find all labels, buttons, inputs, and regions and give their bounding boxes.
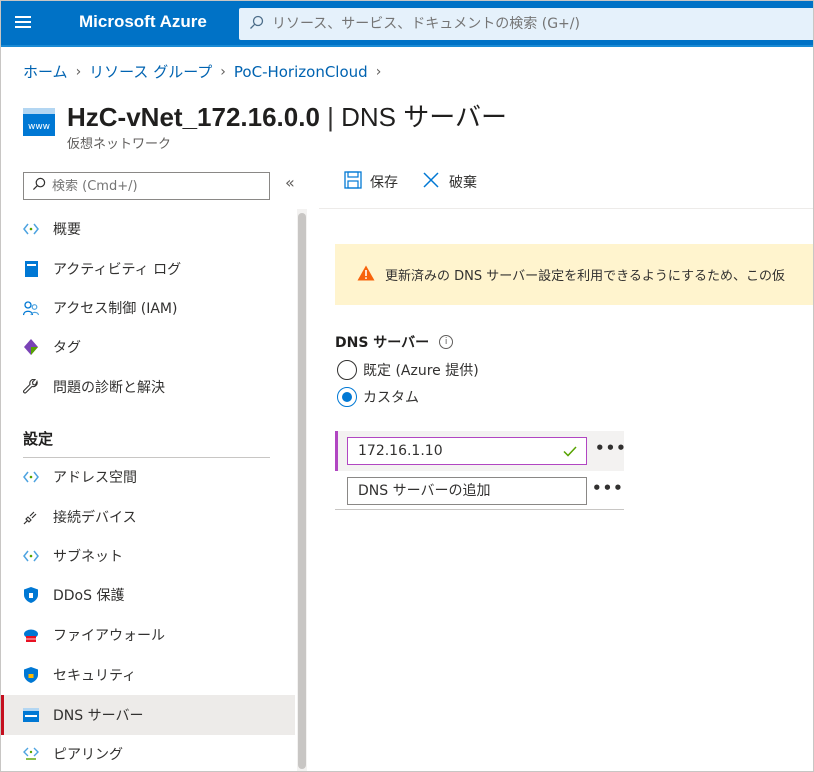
activity-log-icon	[23, 261, 39, 277]
security-shield-icon	[23, 667, 39, 683]
global-search-input[interactable]	[272, 16, 792, 32]
nav-item-label: タグ	[53, 340, 81, 356]
nav-item-label: アクセス制御 (IAM)	[53, 301, 178, 317]
radio-custom-dns[interactable]: カスタム	[337, 387, 419, 407]
nav-item-label: ファイアウォール	[53, 628, 165, 644]
dns-server-row: •••	[335, 431, 627, 471]
nav-item-label: DNS サーバー	[53, 708, 144, 724]
nav-item-security[interactable]: セキュリティ	[1, 655, 295, 695]
resource-name: HzC-vNet_172.16.0.0	[67, 102, 320, 132]
radio-default-dns[interactable]: 既定 (Azure 提供)	[337, 360, 479, 380]
dns-server-add-row: •••	[335, 471, 624, 511]
nav-item-label: 概要	[53, 222, 81, 238]
nav-item-tags[interactable]: タグ	[1, 327, 295, 367]
nav-item-label: 問題の診断と解決	[53, 380, 165, 396]
chevron-right-icon: ›	[220, 63, 226, 80]
breadcrumb-resource-groups[interactable]: リソース グループ	[89, 61, 212, 82]
nav-item-label: サブネット	[53, 549, 123, 565]
nav-item-activity-log[interactable]: アクティビティ ログ	[1, 249, 295, 289]
close-icon	[422, 171, 440, 193]
warning-icon	[357, 265, 375, 285]
blade-name: DNS サーバー	[341, 102, 507, 132]
nav-item-diagnose[interactable]: 問題の診断と解決	[1, 367, 295, 407]
dns-icon	[23, 707, 39, 723]
page-subtitle: 仮想ネットワーク	[67, 137, 172, 152]
save-label: 保存	[370, 175, 398, 191]
dns-servers-label: DNS サーバー i	[335, 332, 454, 352]
nav-item-overview[interactable]: 概要	[1, 209, 295, 249]
breadcrumb: ホーム › リソース グループ › PoC-HorizonCloud ›	[23, 61, 389, 82]
grid-divider	[335, 509, 624, 510]
title-separator: |	[319, 102, 342, 132]
checkmark-icon	[562, 443, 578, 463]
warning-banner: 更新済みの DNS サーバー設定を利用できるようにするため、この仮	[335, 244, 813, 305]
nav-item-connected-devices[interactable]: 接続デバイス	[1, 497, 295, 537]
info-icon[interactable]: i	[439, 335, 454, 349]
nav-item-subnets[interactable]: サブネット	[1, 536, 295, 576]
warning-text: 更新済みの DNS サーバー設定を利用できるようにするため、この仮	[385, 269, 785, 284]
shield-icon	[23, 587, 39, 603]
nav-item-firewall[interactable]: ファイアウォール	[1, 615, 295, 655]
search-icon	[249, 15, 264, 34]
iam-icon	[23, 300, 39, 316]
radio-button-selected[interactable]	[337, 387, 357, 407]
address-space-icon	[23, 469, 39, 485]
hamburger-menu-icon[interactable]	[15, 13, 35, 33]
top-bar: Microsoft Azure	[1, 1, 813, 47]
nav-item-label: アドレス空間	[53, 470, 137, 486]
more-options-button[interactable]: •••	[592, 479, 624, 497]
global-search-box[interactable]	[239, 8, 813, 40]
nav-item-address-space[interactable]: アドレス空間	[1, 457, 295, 497]
nav-item-label: 接続デバイス	[53, 510, 137, 526]
command-bar-divider	[319, 208, 813, 209]
chevron-right-icon: ›	[75, 63, 82, 80]
peering-icon	[23, 746, 39, 762]
radio-button-unselected[interactable]	[337, 360, 357, 380]
save-button[interactable]: 保存	[344, 171, 398, 193]
nav-item-label: セキュリティ	[53, 668, 137, 684]
page-title: HzC-vNet_172.16.0.0 | DNS サーバー	[67, 97, 507, 134]
save-icon	[344, 171, 362, 193]
firewall-icon	[23, 627, 39, 643]
radio-default-label: 既定 (Azure 提供)	[363, 363, 479, 379]
dns-server-input[interactable]	[358, 443, 558, 459]
discard-label: 破棄	[449, 175, 477, 191]
subnet-icon	[23, 548, 39, 564]
nav-item-label: アクティビティ ログ	[53, 262, 182, 278]
nav-section-settings: 設定	[23, 430, 54, 448]
dns-server-icon: www	[23, 108, 55, 136]
brand-title[interactable]: Microsoft Azure	[79, 12, 207, 32]
nav-search-input[interactable]	[52, 178, 252, 194]
breadcrumb-home[interactable]: ホーム	[23, 61, 68, 82]
collapse-nav-button[interactable]: «	[285, 173, 295, 192]
breadcrumb-resource-group[interactable]: PoC-HorizonCloud	[234, 63, 368, 81]
dns-label-text: DNS サーバー	[335, 335, 430, 351]
dns-server-field[interactable]	[347, 437, 587, 465]
nav-item-label: DDoS 保護	[53, 588, 125, 604]
more-options-button[interactable]: •••	[595, 439, 627, 457]
dns-server-add-field[interactable]	[347, 477, 587, 505]
azure-portal-window: Microsoft Azure ホーム › リソース グループ › PoC-Ho…	[0, 0, 814, 772]
dns-server-add-input[interactable]	[358, 483, 558, 499]
nav-item-peering[interactable]: ピアリング	[1, 734, 295, 771]
resource-menu-settings: アドレス空間 接続デバイス サブネット DDoS 保護 ファイアウォール セキュ…	[1, 457, 295, 771]
wrench-icon	[23, 379, 39, 395]
scrollbar-thumb[interactable]	[298, 213, 306, 769]
nav-search-box[interactable]	[23, 172, 270, 200]
nav-item-label: ピアリング	[53, 747, 123, 763]
chevron-right-icon: ›	[375, 63, 382, 80]
overview-icon	[23, 221, 39, 237]
discard-button[interactable]: 破棄	[422, 171, 477, 193]
plug-icon	[23, 509, 39, 525]
radio-custom-label: カスタム	[363, 390, 419, 406]
nav-item-ddos[interactable]: DDoS 保護	[1, 575, 295, 615]
nav-item-iam[interactable]: アクセス制御 (IAM)	[1, 288, 295, 328]
tag-icon	[23, 339, 39, 355]
nav-scrollbar[interactable]	[297, 209, 307, 771]
search-icon	[32, 177, 46, 195]
nav-item-dns-servers[interactable]: DNS サーバー	[1, 695, 295, 735]
svg-text:www: www	[28, 122, 50, 132]
